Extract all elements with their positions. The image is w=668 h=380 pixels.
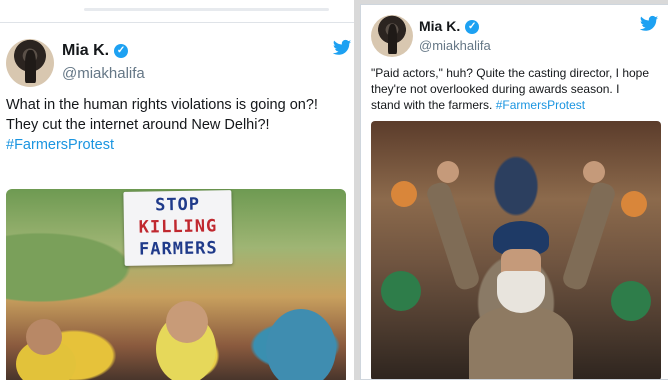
previous-tweet-edge [0,0,354,23]
tweet-card[interactable]: Mia K. ✓ @miakhalifa What in the human ri… [0,22,354,380]
user-handle[interactable]: @miakhalifa [62,65,145,82]
twitter-bird-icon[interactable] [332,39,352,57]
verified-badge-icon: ✓ [114,43,129,58]
user-handle[interactable]: @miakhalifa [419,38,491,53]
tweet-text: What in the human rights violations is g… [6,97,318,155]
tweet-text: "Paid actors," huh? Quite the casting di… [371,66,650,112]
display-name[interactable]: Mia K. ✓ [419,18,480,35]
tweet-photo[interactable]: STOP KILLING FARMERS [6,189,346,380]
avatar[interactable] [6,39,54,87]
avatar[interactable] [371,15,413,57]
hashtag-link[interactable]: #FarmersProtest [6,135,318,155]
tweet-photo[interactable] [371,121,661,379]
verified-badge-icon: ✓ [465,20,480,35]
protest-sign: STOP KILLING FARMERS [123,190,233,266]
tweet-card[interactable]: Mia K. ✓ @miakhalifa "Paid actors," huh? … [360,4,668,380]
display-name[interactable]: Mia K. ✓ [62,42,129,60]
hashtag-link[interactable]: #FarmersProtest [496,98,585,112]
twitter-bird-icon[interactable] [639,15,659,33]
